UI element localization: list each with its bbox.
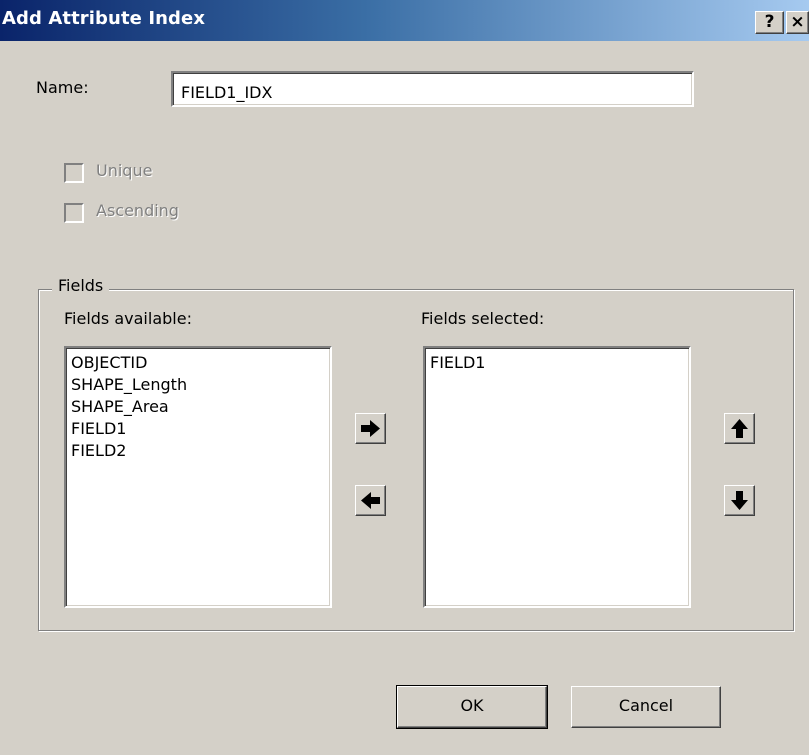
list-item[interactable]: SHAPE_Area [70, 396, 330, 418]
cancel-button[interactable]: Cancel [571, 686, 721, 728]
arrow-left-icon [361, 492, 380, 509]
ok-button[interactable]: OK [396, 685, 548, 729]
list-item[interactable]: OBJECTID [70, 352, 330, 374]
fields-group-label: Fields [52, 276, 110, 295]
name-label: Name: [36, 78, 89, 97]
dialog-title: Add Attribute Index [2, 8, 206, 29]
help-button[interactable]: ? [755, 11, 784, 34]
remove-field-button[interactable] [355, 485, 386, 516]
unique-checkbox [64, 163, 84, 183]
unique-label: Unique [96, 161, 153, 180]
add-field-button[interactable] [355, 413, 386, 444]
move-down-button[interactable] [724, 485, 755, 516]
add-attribute-index-dialog: Add Attribute Index ? × Name: Unique Asc… [0, 0, 809, 755]
ascending-checkbox [64, 203, 84, 223]
arrow-up-icon [731, 419, 748, 438]
list-item[interactable]: FIELD1 [70, 418, 330, 440]
fields-selected-label: Fields selected: [421, 309, 545, 328]
name-input[interactable] [171, 71, 694, 107]
title-bar[interactable]: Add Attribute Index ? × [0, 0, 809, 41]
fields-available-label: Fields available: [64, 309, 192, 328]
arrow-right-icon [361, 420, 380, 437]
list-item[interactable]: FIELD1 [429, 352, 689, 374]
list-item[interactable]: FIELD2 [70, 440, 330, 462]
arrow-down-icon [731, 491, 748, 510]
fields-selected-list[interactable]: FIELD1 [423, 346, 691, 608]
ascending-label: Ascending [96, 201, 179, 220]
fields-available-list[interactable]: OBJECTID SHAPE_Length SHAPE_Area FIELD1 … [64, 346, 332, 608]
close-button[interactable]: × [786, 11, 809, 34]
list-item[interactable]: SHAPE_Length [70, 374, 330, 396]
move-up-button[interactable] [724, 413, 755, 444]
